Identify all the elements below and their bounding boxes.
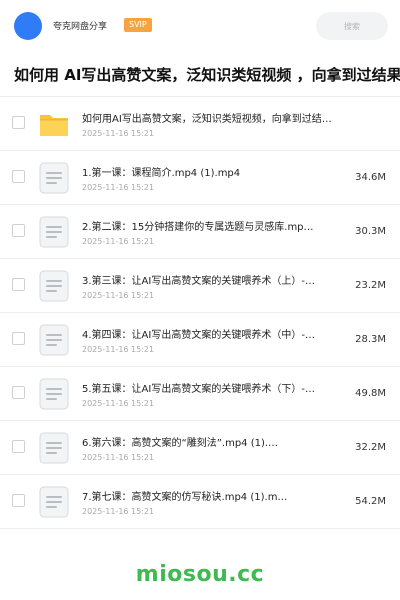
item-size: 54.2M [355,496,386,507]
file-icon [39,216,69,248]
list-item[interactable]: 7.第七课：高赞文案的仿写秘诀.mp4 (1).m… 2025-11-16 15… [0,475,400,529]
item-size: 34.6M [355,172,386,183]
item-name: 如何用AI写出高赞文案，泛知识类短视频，向拿到过结… [82,114,332,125]
item-size: 23.2M [355,280,386,291]
list-item[interactable]: 6.第六课：高赞文案的“雕刻法”.mp4 (1).… 2025-11-16 15… [0,421,400,475]
file-icon [39,162,69,194]
item-checkbox[interactable] [12,386,25,399]
item-name: 3.第三课：让AI写出高赞文案的关键喂养术（上）-… [82,276,315,287]
brand-name: 夸克网盘分享 [53,22,108,32]
item-size: 32.2M [355,442,386,453]
item-date: 2025-11-16 15:21 [82,237,155,246]
svip-badge: SVIP [124,18,152,32]
list-item[interactable]: 4.第四课：让AI写出高赞文案的关键喂养术（中）-… 2025-11-16 15… [0,313,400,367]
item-date: 2025-11-16 15:21 [82,183,155,192]
item-name: 5.第五课：让AI写出高赞文案的关键喂养术（下）-… [82,384,315,395]
file-icon [39,270,69,302]
file-list: 如何用AI写出高赞文案，泛知识类短视频，向拿到过结… 2025-11-16 15… [0,97,400,529]
item-date: 2025-11-16 15:21 [82,345,155,354]
item-name: 1.第一课：课程简介.mp4 (1).mp4 [82,168,241,179]
item-date: 2025-11-16 15:21 [82,129,155,138]
list-item[interactable]: 2.第二课：15分钟搭建你的专属选题与灵感库.mp… 2025-11-16 15… [0,205,400,259]
avatar[interactable] [14,12,42,40]
item-size: 28.3M [355,334,386,345]
list-item[interactable]: 如何用AI写出高赞文案，泛知识类短视频，向拿到过结… 2025-11-16 15… [0,97,400,151]
item-checkbox[interactable] [12,224,25,237]
item-date: 2025-11-16 15:21 [82,291,155,300]
file-icon [39,324,69,356]
item-date: 2025-11-16 15:21 [82,453,155,462]
file-icon [39,486,69,518]
share-page: 夸克网盘分享 SVIP 如何用 AI写出高赞文案，泛知识类短视频 ，向拿到过结果… [0,0,400,600]
header: 夸克网盘分享 SVIP [0,0,400,52]
item-checkbox[interactable] [12,278,25,291]
folder-icon [40,115,68,136]
item-name: 6.第六课：高赞文案的“雕刻法”.mp4 (1).… [82,438,279,449]
list-item[interactable]: 3.第三课：让AI写出高赞文案的关键喂养术（上）-… 2025-11-16 15… [0,259,400,313]
watermark: miosou.cc [135,562,265,587]
item-checkbox[interactable] [12,332,25,345]
file-icon [39,432,69,464]
item-size: 49.8M [355,388,386,399]
item-name: 2.第二课：15分钟搭建你的专属选题与灵感库.mp… [82,222,314,233]
item-date: 2025-11-16 15:21 [82,507,155,516]
item-checkbox[interactable] [12,170,25,183]
item-name: 7.第七课：高赞文案的仿写秘诀.mp4 (1).m… [82,492,288,503]
list-item[interactable]: 1.第一课：课程简介.mp4 (1).mp4 2025-11-16 15:21 … [0,151,400,205]
search-input[interactable] [316,12,388,40]
list-item[interactable]: 5.第五课：让AI写出高赞文案的关键喂养术（下）-… 2025-11-16 15… [0,367,400,421]
file-icon [39,378,69,410]
item-checkbox[interactable] [12,494,25,507]
item-checkbox[interactable] [12,440,25,453]
item-size: 30.3M [355,226,386,237]
item-date: 2025-11-16 15:21 [82,399,155,408]
item-name: 4.第四课：让AI写出高赞文案的关键喂养术（中）-… [82,330,315,341]
item-checkbox[interactable] [12,116,25,129]
page-title: 如何用 AI写出高赞文案，泛知识类短视频 ，向拿到过结果的 [14,66,400,84]
